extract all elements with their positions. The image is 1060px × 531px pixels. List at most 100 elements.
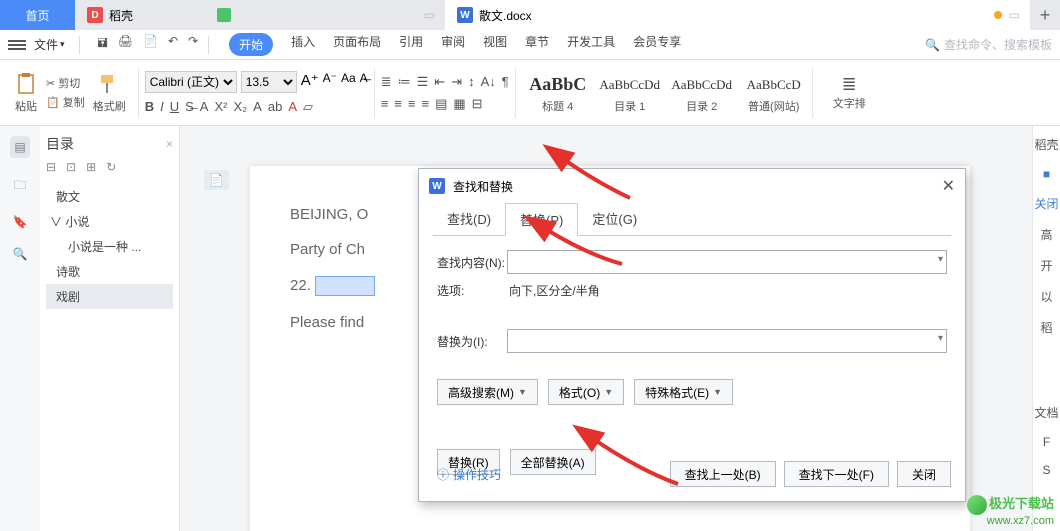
chevron-down-icon[interactable]: ▾: [938, 254, 943, 265]
style-toc1[interactable]: AaBbCcDd目录 1: [598, 72, 662, 114]
tab-devtools[interactable]: 开发工具: [567, 33, 615, 56]
rp-item[interactable]: ■: [1043, 167, 1050, 181]
qa-undo-icon[interactable]: ↶: [168, 34, 178, 55]
advanced-search-button[interactable]: 高级搜索(M)▼: [437, 379, 538, 405]
hamburger-icon[interactable]: [8, 38, 26, 52]
linespace-icon[interactable]: ↕: [468, 74, 475, 89]
dialog-close-button[interactable]: ✕: [942, 176, 955, 196]
text-arrange-button[interactable]: ≣ 文字排: [833, 74, 866, 111]
font-name-select[interactable]: Calibri (正文): [145, 71, 237, 93]
sort-icon[interactable]: A↓: [481, 74, 496, 89]
clear-format-icon[interactable]: A̶: [360, 71, 368, 93]
rp-item[interactable]: 以: [1040, 288, 1052, 305]
rp-item[interactable]: F: [1043, 435, 1050, 449]
file-menu[interactable]: 文件▾: [30, 36, 69, 53]
find-next-button[interactable]: 查找下一处(F): [784, 461, 889, 487]
toc-refresh-icon[interactable]: ↻: [106, 160, 116, 174]
tab-document[interactable]: W 散文.docx ▭: [445, 0, 1030, 30]
tab-vip[interactable]: 会员专享: [633, 33, 681, 56]
command-search[interactable]: 🔍 查找命令、搜索模板: [925, 36, 1052, 53]
highlight-icon[interactable]: ab: [268, 99, 282, 114]
align-left-icon[interactable]: ≡: [381, 96, 389, 111]
copy-button[interactable]: 📋复制: [46, 94, 85, 110]
format-button[interactable]: 格式(O)▼: [548, 379, 624, 405]
tab-insert[interactable]: 插入: [291, 33, 315, 56]
shading-icon[interactable]: ▱: [303, 99, 313, 115]
format-painter-button[interactable]: 格式刷: [87, 72, 132, 114]
tab-section[interactable]: 章节: [525, 33, 549, 56]
decrease-indent-icon[interactable]: ⇤: [434, 74, 445, 90]
rp-item[interactable]: 高: [1040, 226, 1052, 243]
qa-save-icon[interactable]: 🖬: [98, 34, 108, 55]
superscript-icon[interactable]: X²: [214, 99, 227, 114]
tab-home[interactable]: 首页: [0, 0, 75, 30]
tab-reference[interactable]: 引用: [399, 33, 423, 56]
style-normal-web[interactable]: AaBbCcD普通(网站): [742, 72, 806, 114]
border-icon[interactable]: ▦: [453, 96, 465, 112]
qa-print-icon[interactable]: 🖨: [118, 34, 133, 55]
tab-layout[interactable]: 页面布局: [333, 33, 381, 56]
tab-start[interactable]: 开始: [229, 33, 273, 56]
align-right-icon[interactable]: ≡: [408, 96, 416, 111]
replace-input[interactable]: [507, 329, 947, 353]
folder-icon[interactable]: 🗀: [14, 176, 26, 197]
shrink-font-icon[interactable]: A⁻: [323, 71, 337, 93]
find-prev-button[interactable]: 查找上一处(B): [670, 461, 776, 487]
distribute-icon[interactable]: ▤: [435, 96, 447, 112]
outline-pane-icon[interactable]: ▤: [10, 136, 29, 158]
tab-find[interactable]: 查找(D): [433, 203, 505, 235]
underline-icon[interactable]: U: [170, 99, 179, 114]
style-gallery[interactable]: AaBbC标题 4 AaBbCcDd目录 1 AaBbCcDd目录 2 AaBb…: [526, 72, 806, 114]
rp-item[interactable]: 文档: [1034, 404, 1058, 421]
paste-indicator-icon[interactable]: 📄: [204, 170, 229, 190]
tab-daoke[interactable]: D 稻壳: [75, 0, 205, 30]
text-effect-icon[interactable]: A: [253, 99, 262, 114]
toc-item[interactable]: 小说是一种 ...: [46, 234, 173, 259]
strike-icon[interactable]: S̶: [185, 99, 194, 114]
font-a-icon[interactable]: A: [200, 99, 209, 114]
paragraph-mark-icon[interactable]: ¶: [502, 74, 509, 89]
paste-button[interactable]: 粘贴: [8, 72, 44, 114]
tab-review[interactable]: 审阅: [441, 33, 465, 56]
close-button[interactable]: 关闭: [897, 461, 951, 487]
rp-item[interactable]: 稻壳: [1034, 136, 1058, 153]
toc-item-selected[interactable]: 戏剧: [46, 284, 173, 309]
bookmark-icon[interactable]: 🔖: [13, 215, 28, 229]
toc-add-icon[interactable]: ⊞: [86, 160, 96, 174]
toc-expand-icon[interactable]: ⊟: [46, 160, 56, 174]
italic-icon[interactable]: I: [160, 99, 164, 114]
sidebar-close-icon[interactable]: ×: [166, 137, 173, 151]
tab-view[interactable]: 视图: [483, 33, 507, 56]
rp-item[interactable]: 关闭: [1034, 195, 1058, 212]
bold-icon[interactable]: B: [145, 99, 154, 114]
font-color-icon[interactable]: A: [288, 99, 297, 114]
toc-item[interactable]: 诗歌: [46, 259, 173, 284]
increase-indent-icon[interactable]: ⇥: [451, 74, 462, 90]
tab-icon[interactable]: ⊟: [472, 96, 483, 112]
rp-item[interactable]: 开: [1040, 257, 1052, 274]
tips-link[interactable]: ⓘ 操作技巧: [437, 466, 501, 483]
align-center-icon[interactable]: ≡: [394, 96, 402, 111]
rp-item[interactable]: 稻: [1040, 319, 1052, 336]
replace-all-button[interactable]: 全部替换(A): [510, 449, 596, 475]
toc-collapse-icon[interactable]: ⊡: [66, 160, 76, 174]
toc-item[interactable]: 散文: [46, 184, 173, 209]
special-format-button[interactable]: 特殊格式(E)▼: [634, 379, 733, 405]
tab-unknown[interactable]: ▭: [205, 0, 445, 30]
multilevel-icon[interactable]: ☰: [417, 74, 429, 90]
qa-redo-icon[interactable]: ↷: [188, 34, 198, 55]
grow-font-icon[interactable]: A⁺: [301, 71, 319, 93]
chevron-down-icon[interactable]: ▾: [938, 333, 943, 344]
qa-preview-icon[interactable]: 📄: [143, 34, 158, 55]
search-pane-icon[interactable]: 🔍: [13, 247, 28, 261]
numbering-icon[interactable]: ≔: [398, 74, 411, 90]
bullets-icon[interactable]: ≣: [381, 74, 392, 90]
style-toc2[interactable]: AaBbCcDd目录 2: [670, 72, 734, 114]
tab-add-button[interactable]: +: [1030, 0, 1060, 30]
font-size-select[interactable]: 13.5: [241, 71, 297, 93]
change-case-icon[interactable]: Aa: [341, 71, 356, 93]
style-heading4[interactable]: AaBbC标题 4: [526, 72, 590, 114]
cut-button[interactable]: ✂剪切: [46, 75, 85, 91]
toc-item-expandable[interactable]: ∨ 小说: [46, 209, 173, 234]
subscript-icon[interactable]: X₂: [233, 99, 247, 114]
